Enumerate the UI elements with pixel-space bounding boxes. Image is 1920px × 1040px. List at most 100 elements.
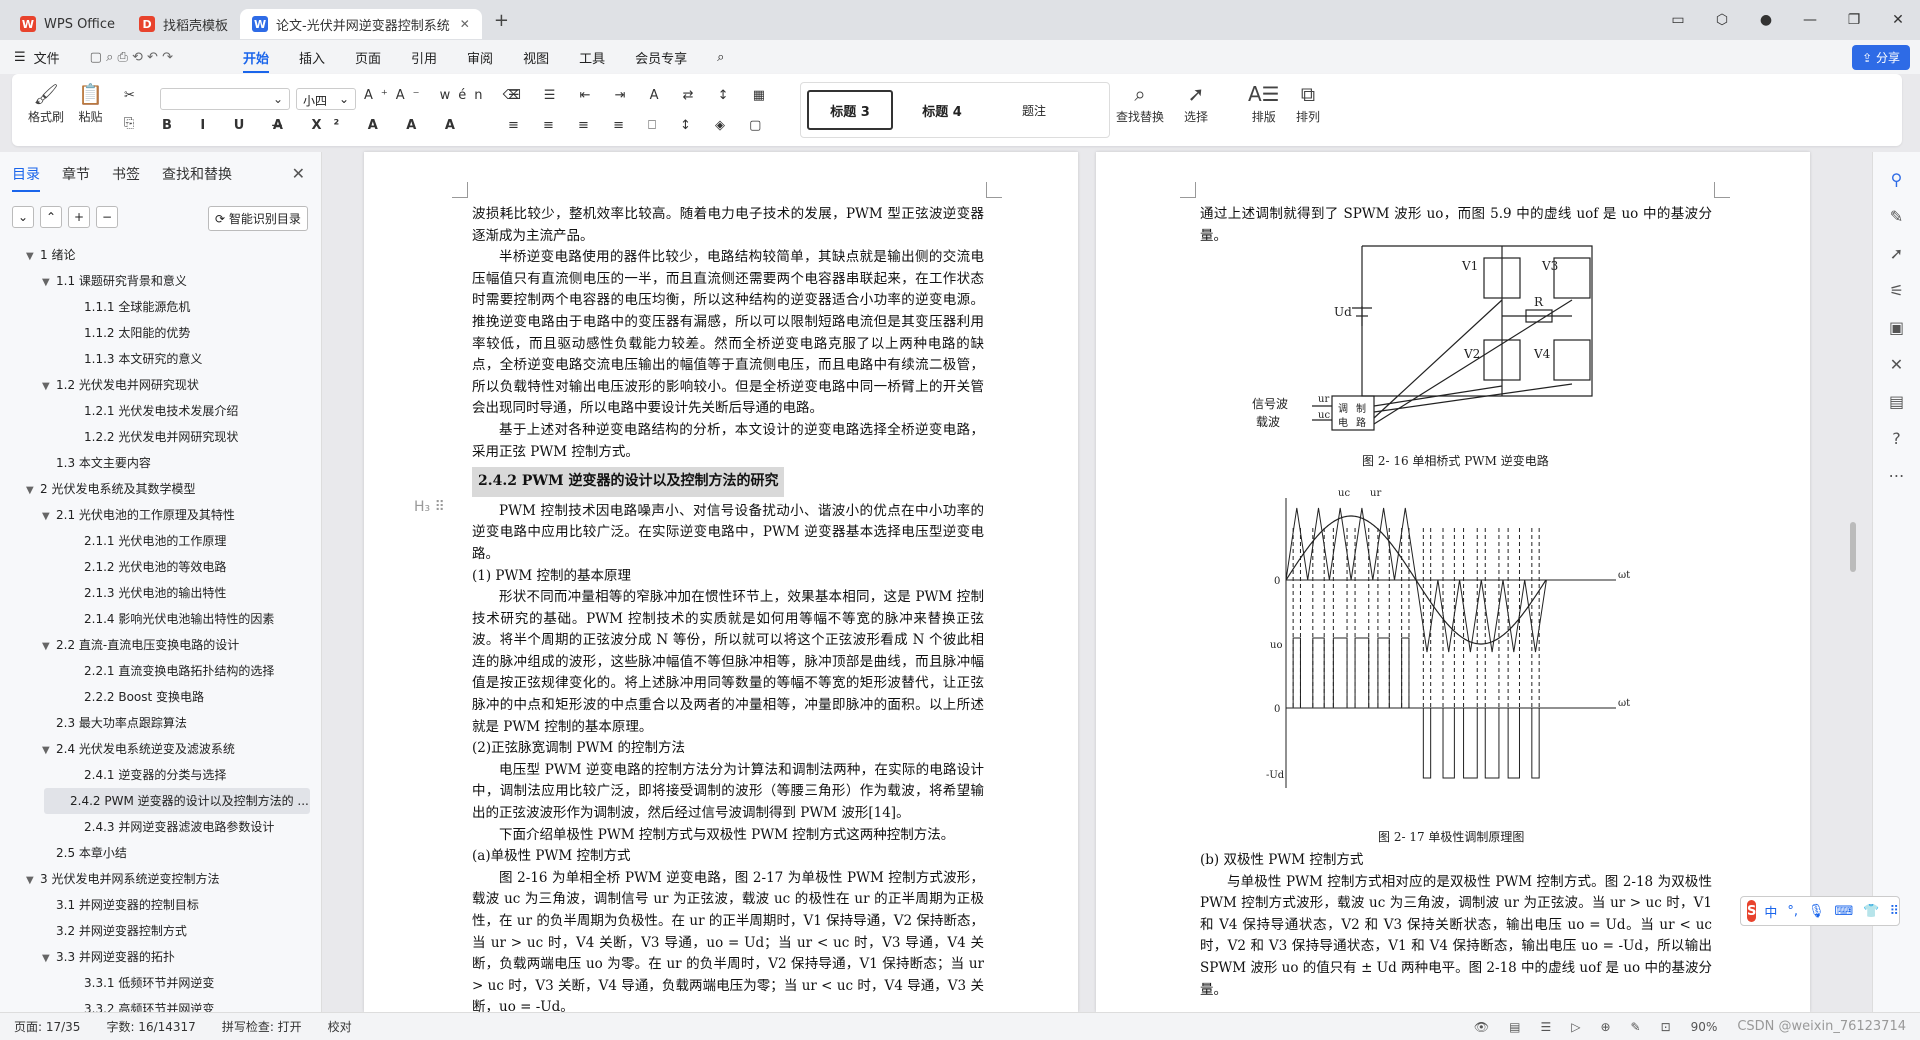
toc-item[interactable]: ▼ 2.1 光伏电池的工作原理及其特性 — [0, 502, 310, 528]
toc-arrow-icon[interactable]: ▼ — [26, 244, 40, 268]
menu-review[interactable]: 审阅 — [467, 48, 493, 67]
style-caption[interactable]: 题注 — [991, 90, 1077, 130]
toc-item[interactable]: 2.2.2 Boost 变换电路 — [0, 684, 310, 710]
pen-icon[interactable]: ✎ — [1873, 207, 1920, 226]
status-words[interactable]: 字数: 16/14317 — [106, 1018, 195, 1035]
help-icon[interactable]: ? — [1873, 429, 1920, 448]
ime-punctuation[interactable]: °, — [1787, 904, 1798, 919]
toc-item[interactable]: 2.5 本章小结 — [0, 840, 310, 866]
close-window-icon[interactable]: ✕ — [1876, 12, 1920, 28]
select-button[interactable]: ➚ 选择 — [1184, 82, 1208, 125]
status-page[interactable]: 页面: 17/35 — [14, 1018, 80, 1035]
style-heading-3[interactable]: 标题 3 — [807, 90, 893, 130]
toc-item[interactable]: 1.1.2 太阳能的优势 — [0, 320, 310, 346]
search-icon[interactable]: ⌕ — [717, 50, 724, 65]
nav-tab-find-replace[interactable]: 查找和替换 — [162, 164, 232, 192]
toc-arrow-icon[interactable]: ▼ — [26, 868, 40, 892]
format-painter-button[interactable]: 🖌 格式刷 — [28, 82, 64, 125]
outline-view-icon[interactable]: ☰ — [1540, 1020, 1551, 1034]
cut-icon[interactable]: ✂ — [124, 88, 135, 103]
eye-icon[interactable]: 👁 — [1474, 1020, 1489, 1034]
toc-item[interactable]: 2.4.3 并网逆变器滤波电路参数设计 — [0, 814, 310, 840]
cursor-icon[interactable]: ➚ — [1873, 244, 1920, 263]
restore-icon[interactable]: ❐ — [1832, 12, 1876, 28]
toc-item[interactable]: ▼ 1.2 光伏发电并网研究现状 — [0, 372, 310, 398]
align-icons[interactable]: ≡ ≡ ≡ ≡ ⎕ ↕ ◈ ▢ — [508, 118, 771, 133]
adjust-icon[interactable]: ⚟ — [1873, 281, 1920, 300]
toc-item[interactable]: 3.2 并网逆变器控制方式 — [0, 918, 310, 944]
nav-tab-toc[interactable]: 目录 — [12, 164, 40, 192]
toc-item[interactable]: 1.3 本文主要内容 — [0, 450, 310, 476]
location-icon[interactable]: ⚲ — [1873, 170, 1920, 189]
add-icon[interactable]: + — [68, 206, 90, 228]
remove-icon[interactable]: − — [96, 206, 118, 228]
close-icon[interactable]: ✕ — [292, 164, 305, 183]
ime-toolbar[interactable]: S 中 °, 🎙 ⌨ 👕 ⠿ — [1740, 896, 1900, 926]
ime-keyboard-icon[interactable]: ⌨ — [1835, 904, 1854, 919]
menu-tools[interactable]: 工具 — [579, 48, 605, 67]
toc-item[interactable]: 1.1.1 全球能源危机 — [0, 294, 310, 320]
copy-icon[interactable]: ⎘ — [124, 116, 134, 131]
smart-toc-button[interactable]: ⟳ 智能识别目录 — [208, 206, 308, 231]
new-tab-icon[interactable]: + — [494, 10, 509, 31]
typeset-button[interactable]: A☰ 排版 — [1248, 82, 1280, 125]
toc-item[interactable]: 1.2.2 光伏发电并网研究现状 — [0, 424, 310, 450]
toc-item[interactable]: ▼ 1 绪论 — [0, 242, 310, 268]
menu-references[interactable]: 引用 — [411, 48, 437, 67]
expand-icon[interactable]: ⌃ — [40, 206, 62, 228]
tab-current-document[interactable]: W 论文-光伏并网逆变器控制系统 ✕ — [240, 9, 482, 39]
toc-item[interactable]: 2.4.1 逆变器的分类与选择 — [0, 762, 310, 788]
share-button[interactable]: ⇪ 分享 — [1852, 45, 1910, 70]
document-page-right[interactable]: 通过上述调制就得到了 SPWM 波形 uo，而图 5.9 中的虚线 uof 是 … — [1096, 152, 1810, 1012]
toc-item[interactable]: ▼ 2.4 光伏发电系统逆变及滤波系统 — [0, 736, 310, 762]
menu-file[interactable]: 文件 — [34, 48, 60, 67]
menu-member[interactable]: 会员专享 — [635, 48, 687, 67]
list-icons[interactable]: ☰ ☰ ⇤ ⇥ A ⇄ ↕ ▦ — [508, 88, 775, 103]
ime-chinese-mode[interactable]: 中 — [1764, 902, 1777, 921]
image-edit-icon[interactable]: ▣ — [1873, 318, 1920, 337]
toc-arrow-icon[interactable]: ▼ — [42, 270, 56, 294]
toc-item[interactable]: ▼ 1.1 课题研究背景和意义 — [0, 268, 310, 294]
zoom-level[interactable]: 90% — [1691, 1020, 1718, 1034]
toc-item[interactable]: ▼ 3 光伏发电并网系统逆变控制方法 — [0, 866, 310, 892]
scrollbar-thumb[interactable] — [1850, 522, 1856, 572]
menu-insert[interactable]: 插入 — [299, 48, 325, 67]
ime-mic-icon[interactable]: 🎙 — [1808, 904, 1825, 919]
toc-item[interactable]: 3.3.1 低频环节并网逆变 — [0, 970, 310, 996]
play-icon[interactable]: ▷ — [1571, 1020, 1580, 1034]
toolbar-quick-icons[interactable]: ▢ ⌕ ⎙ ⟲ ↶ ↷ — [90, 50, 173, 65]
book-icon[interactable]: ▤ — [1873, 392, 1920, 411]
menu-home[interactable]: 开始 — [242, 48, 269, 73]
status-proof[interactable]: 校对 — [328, 1018, 352, 1035]
fit-icon[interactable]: ⊡ — [1661, 1020, 1671, 1034]
toc-arrow-icon[interactable]: ▼ — [42, 738, 56, 762]
toc-item[interactable]: 2.1.4 影响光伏电池输出特性的因素 — [0, 606, 310, 632]
toc-item[interactable]: 2.2.1 直流变换电路拓扑结构的选择 — [0, 658, 310, 684]
more-icon[interactable]: ⋯ — [1873, 466, 1920, 485]
text-format-icons[interactable]: B I U A̶ X² A A A — [162, 118, 467, 133]
toc-arrow-icon[interactable]: ▼ — [26, 478, 40, 502]
tab-wps-office[interactable]: W WPS Office — [8, 9, 127, 39]
close-tab-icon[interactable]: ✕ — [460, 17, 470, 31]
ime-skin-icon[interactable]: 👕 — [1863, 904, 1879, 919]
toc-item[interactable]: 2.3 最大功率点跟踪算法 — [0, 710, 310, 736]
toc-arrow-icon[interactable]: ▼ — [42, 946, 56, 970]
ime-menu-icon[interactable]: ⠿ — [1890, 904, 1900, 919]
toc-arrow-icon[interactable]: ▼ — [42, 504, 56, 528]
hamburger-icon[interactable]: ☰ — [14, 50, 26, 65]
edit-icon[interactable]: ✎ — [1631, 1020, 1641, 1034]
minimize-icon[interactable]: — — [1788, 12, 1832, 28]
toc-item[interactable]: 1.1.3 本文研究的意义 — [0, 346, 310, 372]
toc-item[interactable]: 2.1.3 光伏电池的输出特性 — [0, 580, 310, 606]
page-view-icon[interactable]: ▤ — [1509, 1020, 1520, 1034]
menu-page[interactable]: 页面 — [355, 48, 381, 67]
tab-docer-template[interactable]: D 找稻壳模板 — [127, 9, 240, 39]
toc-item[interactable]: ▼ 2.2 直流-直流电压变换电路的设计 — [0, 632, 310, 658]
toc-item[interactable]: 2.1.2 光伏电池的等效电路 — [0, 554, 310, 580]
style-heading-4[interactable]: 标题 4 — [899, 90, 985, 130]
paste-button[interactable]: 📋 粘贴 — [78, 82, 103, 125]
toc-item[interactable]: ▼ 2 光伏发电系统及其数学模型 — [0, 476, 310, 502]
collapse-icon[interactable]: ⌄ — [12, 206, 34, 228]
avatar[interactable]: ● — [1744, 12, 1788, 28]
toc-item[interactable]: ▼ 3.3 并网逆变器的拓扑 — [0, 944, 310, 970]
